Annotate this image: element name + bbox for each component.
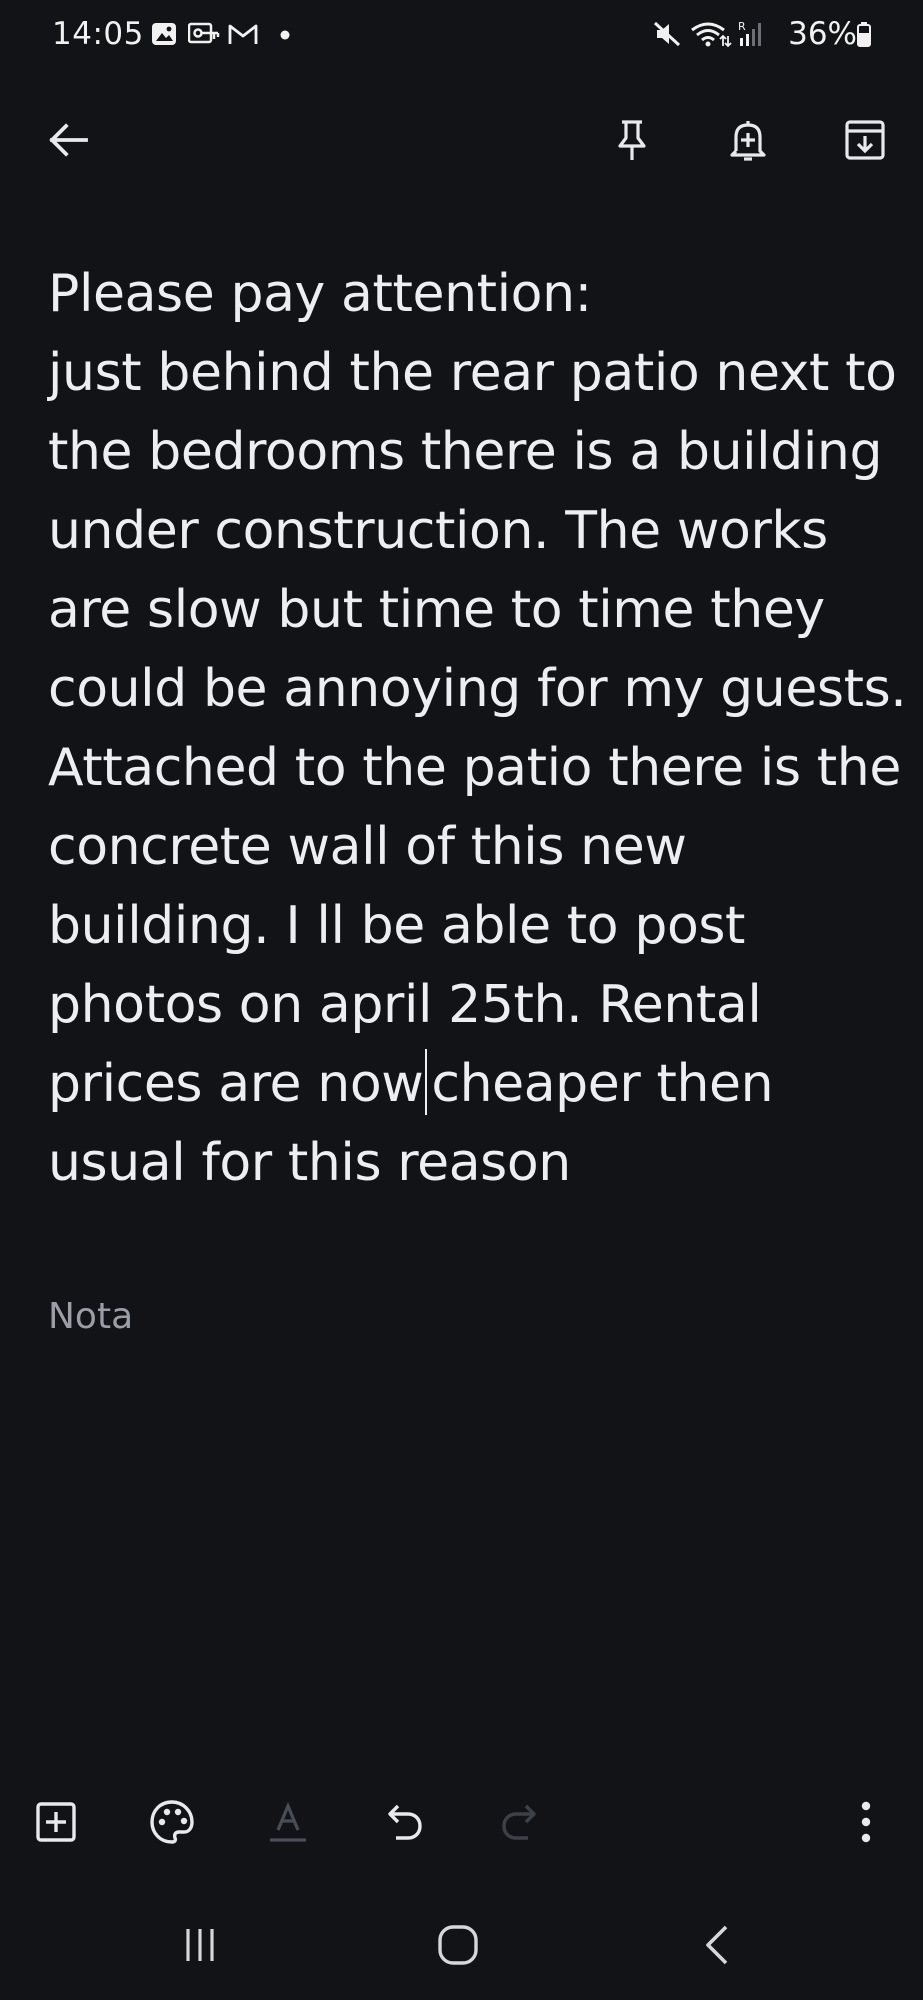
system-back-button[interactable] — [678, 1910, 758, 1980]
text-format-button — [256, 1790, 320, 1854]
back-button[interactable] — [36, 108, 100, 172]
gmail-icon — [228, 24, 258, 44]
text-caret — [425, 1049, 428, 1115]
battery-percent: 36% — [788, 16, 857, 52]
pin-icon — [618, 120, 646, 160]
back-icon — [706, 1925, 728, 1965]
mute-icon — [653, 21, 681, 47]
note-toolbar — [0, 100, 923, 180]
status-time: 14:05 — [52, 16, 144, 52]
home-button[interactable] — [418, 1910, 498, 1980]
vpn-key-icon — [188, 22, 220, 44]
status-bar: 14:05 R 36% — [0, 0, 923, 70]
system-nav-bar — [0, 1910, 923, 1980]
recents-icon — [186, 1929, 214, 1961]
wifi-icon — [691, 22, 732, 48]
reminder-bell-icon — [730, 121, 766, 161]
note-text[interactable]: Please pay attention: just behind the re… — [48, 255, 908, 1203]
gallery-icon — [152, 23, 176, 45]
more-options-button[interactable] — [834, 1790, 898, 1854]
notification-dot-icon — [280, 30, 290, 40]
home-icon — [438, 1925, 478, 1965]
svg-text:R: R — [738, 20, 746, 33]
note-text-before-caret: Please pay attention: just behind the re… — [48, 264, 907, 1114]
battery-icon — [857, 22, 871, 47]
signal-icon: R — [738, 20, 761, 46]
recents-button[interactable] — [160, 1910, 240, 1980]
pin-button[interactable] — [600, 108, 664, 172]
back-arrow-icon — [49, 123, 88, 157]
more-vert-icon — [861, 1801, 871, 1843]
background-color-button[interactable] — [140, 1790, 204, 1854]
note-label[interactable]: Nota — [48, 1296, 133, 1337]
undo-icon — [388, 1804, 422, 1840]
note-body[interactable]: Please pay attention: just behind the re… — [48, 255, 908, 1203]
undo-button[interactable] — [372, 1790, 436, 1854]
redo-button — [488, 1790, 552, 1854]
text-format-icon — [270, 1801, 306, 1842]
archive-button[interactable] — [833, 108, 897, 172]
edit-toolbar — [0, 1790, 923, 1860]
redo-icon — [502, 1804, 536, 1840]
palette-icon — [150, 1800, 194, 1844]
reminder-button[interactable] — [716, 108, 780, 172]
add-box-icon — [36, 1802, 76, 1842]
add-content-button[interactable] — [24, 1790, 88, 1854]
archive-icon — [845, 120, 885, 160]
